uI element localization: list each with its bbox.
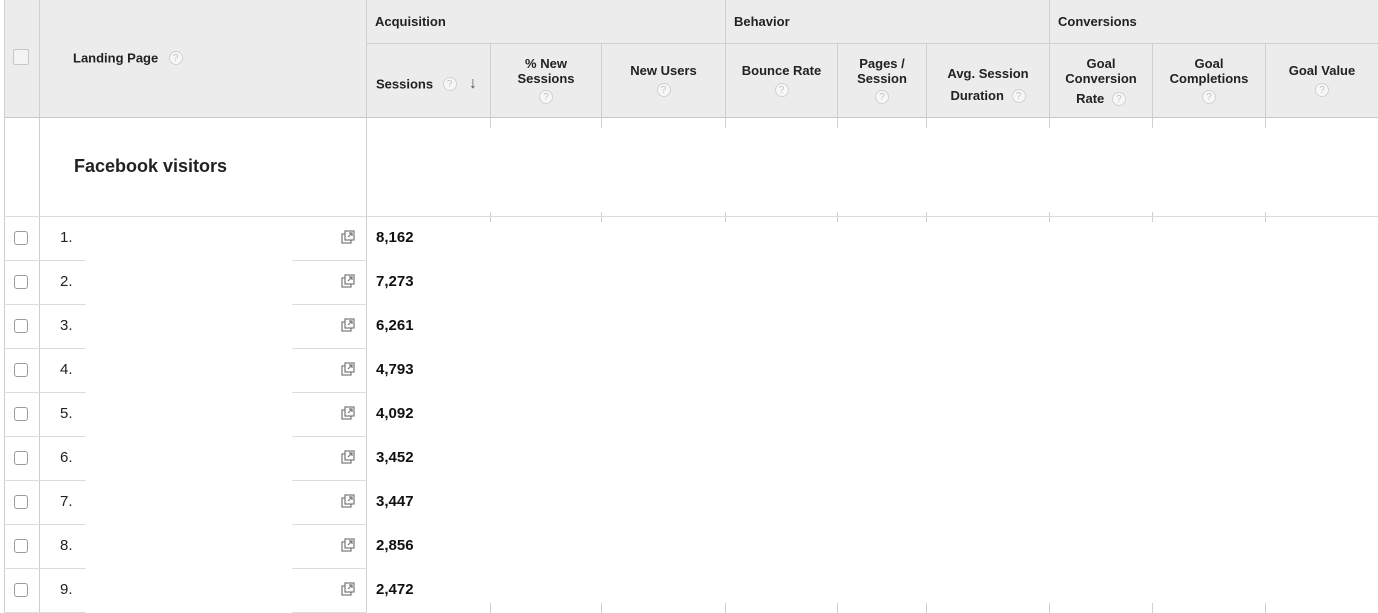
row-checkbox[interactable] xyxy=(14,583,28,597)
help-icon[interactable]: ? xyxy=(442,77,457,91)
sessions-label: Sessions xyxy=(376,76,434,92)
open-in-new-window-icon[interactable] xyxy=(341,494,355,508)
goal-value-column-header[interactable]: Goal Value ? xyxy=(1266,63,1378,97)
new-sessions-label-line2: Sessions xyxy=(517,71,575,86)
help-icon[interactable]: ? xyxy=(1111,91,1126,106)
row-number: 7. xyxy=(60,493,73,510)
row-checkbox[interactable] xyxy=(14,495,28,509)
landing-page-label: Landing Page xyxy=(73,50,159,66)
goal-conv-label-line2: Conversion xyxy=(1065,71,1137,86)
row-checkbox[interactable] xyxy=(14,539,28,553)
help-icon[interactable]: ? xyxy=(875,89,889,104)
new-users-label: New Users xyxy=(630,63,697,78)
table-row: 6. 3,452 xyxy=(4,436,1378,480)
row-checkbox[interactable] xyxy=(14,451,28,465)
avg-session-duration-column-header[interactable]: Avg. Session Duration ? xyxy=(927,63,1049,106)
table-row: 5. 4,092 xyxy=(4,392,1378,436)
open-in-new-window-icon[interactable] xyxy=(341,582,355,596)
open-in-new-window-icon[interactable] xyxy=(341,230,355,244)
open-in-new-window-icon[interactable] xyxy=(341,318,355,332)
table-row: 8. 2,856 xyxy=(4,524,1378,568)
row-number: 1. xyxy=(60,229,73,246)
table-row: 7. 3,447 xyxy=(4,480,1378,524)
open-in-new-window-icon[interactable] xyxy=(341,450,355,464)
table-row: 4. 4,793 xyxy=(4,348,1378,392)
row-checkbox[interactable] xyxy=(14,275,28,289)
sessions-value: 8,162 xyxy=(376,229,414,246)
behavior-group-header: Behavior xyxy=(734,14,790,29)
row-checkbox[interactable] xyxy=(14,319,28,333)
pages-session-label-line2: Session xyxy=(857,71,907,86)
row-checkbox[interactable] xyxy=(14,363,28,377)
new-users-column-header[interactable]: New Users ? xyxy=(602,63,725,97)
avg-session-label-line1: Avg. Session xyxy=(947,66,1029,81)
row-checkbox[interactable] xyxy=(14,407,28,421)
goal-conv-label-line3: Rate xyxy=(1076,91,1105,107)
open-in-new-window-icon[interactable] xyxy=(341,538,355,552)
row-number: 2. xyxy=(60,273,73,290)
goal-conv-label-line1: Goal xyxy=(1086,56,1116,71)
landing-page-column-header[interactable]: Landing Page ? xyxy=(73,49,183,67)
help-icon[interactable]: ? xyxy=(656,82,671,97)
pages-session-label-line1: Pages / xyxy=(859,56,905,71)
conversions-group-header: Conversions xyxy=(1058,14,1137,29)
sessions-value: 4,793 xyxy=(376,361,414,378)
sessions-column-header[interactable]: Sessions ? ↓ xyxy=(376,75,477,93)
sessions-value: 3,452 xyxy=(376,449,414,466)
row-number: 4. xyxy=(60,361,73,378)
segment-label: Facebook visitors xyxy=(74,156,228,176)
goal-comp-label-line1: Goal xyxy=(1194,56,1224,71)
sessions-value: 6,261 xyxy=(376,317,414,334)
help-icon[interactable]: ? xyxy=(168,50,183,65)
sessions-value: 3,447 xyxy=(376,493,414,510)
goal-comp-label-line2: Completions xyxy=(1169,71,1249,86)
help-icon[interactable]: ? xyxy=(1011,88,1026,103)
table-row: 3. 6,261 xyxy=(4,304,1378,348)
avg-session-label-line2: Duration xyxy=(950,88,1004,104)
row-number: 5. xyxy=(60,405,73,422)
row-number: 8. xyxy=(60,537,73,554)
row-number: 6. xyxy=(60,449,73,466)
acquisition-group-header: Acquisition xyxy=(375,14,446,29)
sessions-value: 7,273 xyxy=(376,273,414,290)
sessions-value: 4,092 xyxy=(376,405,414,422)
segment-row xyxy=(40,118,1378,216)
row-number: 3. xyxy=(60,317,73,334)
pages-per-session-column-header[interactable]: Pages / Session ? xyxy=(838,56,926,104)
sessions-value: 2,856 xyxy=(376,537,414,554)
bounce-rate-column-header[interactable]: Bounce Rate ? xyxy=(726,63,837,97)
goal-completions-column-header[interactable]: Goal Completions ? xyxy=(1153,56,1265,104)
help-icon[interactable]: ? xyxy=(774,82,789,97)
table-row: 1. 8,162 xyxy=(4,216,1378,260)
open-in-new-window-icon[interactable] xyxy=(341,406,355,420)
select-all-checkbox[interactable] xyxy=(13,49,29,65)
new-sessions-label-line1: % New xyxy=(525,56,567,71)
open-in-new-window-icon[interactable] xyxy=(341,274,355,288)
sort-descending-icon[interactable]: ↓ xyxy=(469,75,477,92)
help-icon[interactable]: ? xyxy=(539,89,553,104)
goal-value-label: Goal Value xyxy=(1288,63,1356,78)
new-sessions-column-header[interactable]: % New Sessions ? xyxy=(491,56,601,104)
help-icon[interactable]: ? xyxy=(1315,82,1329,97)
open-in-new-window-icon[interactable] xyxy=(341,362,355,376)
help-icon[interactable]: ? xyxy=(1202,89,1216,104)
table-row: 9. 2,472 xyxy=(4,568,1378,612)
table-row: 2. 7,273 xyxy=(4,260,1378,304)
row-checkbox[interactable] xyxy=(14,231,28,245)
goal-conversion-rate-column-header[interactable]: Goal Conversion Rate ? xyxy=(1050,56,1152,106)
sessions-value: 2,472 xyxy=(376,581,414,598)
bounce-rate-label: Bounce Rate xyxy=(741,63,822,78)
row-number: 9. xyxy=(60,581,73,598)
